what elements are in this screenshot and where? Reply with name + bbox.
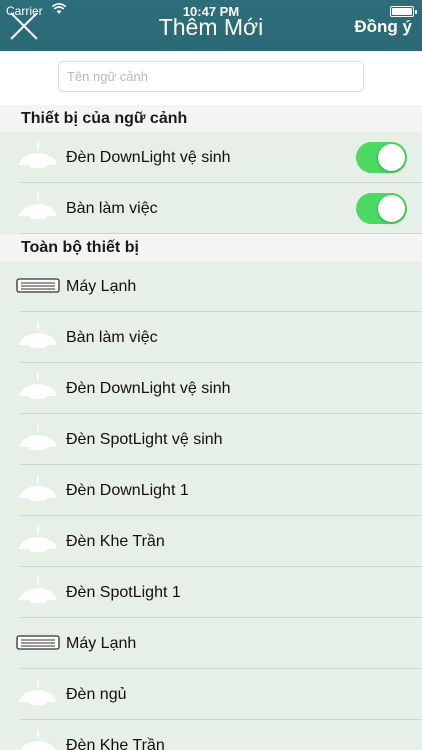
- lamp-icon: [16, 577, 60, 605]
- device-label: Bàn làm việc: [66, 329, 158, 346]
- device-row[interactable]: Đèn ngủ: [0, 669, 422, 720]
- device-toggle[interactable]: [356, 193, 407, 224]
- close-button[interactable]: [8, 10, 40, 42]
- all-device-list: Máy Lạnh Bàn làm việc Đèn DownLight vệ sin…: [0, 261, 422, 750]
- device-toggle[interactable]: [356, 142, 407, 173]
- device-label: Đèn DownLight 1: [66, 482, 189, 499]
- context-name-input[interactable]: [58, 61, 364, 92]
- toggle-knob: [378, 144, 405, 171]
- air-conditioner-icon: [16, 271, 60, 299]
- lamp-icon: [16, 679, 60, 707]
- device-row[interactable]: Đèn SpotLight 1: [0, 567, 422, 618]
- lamp-icon: [16, 193, 60, 221]
- lamp-icon: [16, 475, 60, 503]
- name-input-area: [0, 51, 422, 105]
- lamp-icon: [16, 424, 60, 452]
- device-row[interactable]: Đèn DownLight 1: [0, 465, 422, 516]
- device-row[interactable]: Đèn DownLight vệ sinh: [0, 132, 422, 183]
- battery-icon: [390, 6, 417, 17]
- device-label: Đèn Khe Trần: [66, 533, 165, 550]
- section-header-context-devices: Thiết bị của ngữ cảnh: [0, 105, 422, 132]
- toggle-knob: [378, 195, 405, 222]
- lamp-icon: [16, 526, 60, 554]
- device-label: Đèn DownLight vệ sinh: [66, 380, 231, 397]
- device-label: Đèn DownLight vệ sinh: [66, 149, 231, 166]
- device-row[interactable]: Bàn làm việc: [0, 183, 422, 234]
- device-label: Máy Lạnh: [66, 635, 137, 652]
- section-header-all-devices: Toàn bộ thiết bị: [0, 234, 422, 261]
- device-row[interactable]: Đèn DownLight vệ sinh: [0, 363, 422, 414]
- done-button[interactable]: Đồng ý: [354, 17, 412, 37]
- device-row[interactable]: Máy Lạnh: [0, 261, 422, 312]
- lamp-icon: [16, 373, 60, 401]
- device-label: Đèn Khe Trần: [66, 737, 165, 750]
- lamp-icon: [16, 322, 60, 350]
- context-device-list: Đèn DownLight vệ sinh Bàn làm việc: [0, 132, 422, 234]
- lamp-icon: [16, 730, 60, 750]
- device-row[interactable]: Bàn làm việc: [0, 312, 422, 363]
- device-row[interactable]: Đèn SpotLight vệ sinh: [0, 414, 422, 465]
- device-row[interactable]: Đèn Khe Trần: [0, 516, 422, 567]
- device-label: Đèn SpotLight vệ sinh: [66, 431, 223, 448]
- device-label: Máy Lạnh: [66, 278, 137, 295]
- device-label: Đèn ngủ: [66, 686, 127, 703]
- device-row[interactable]: Máy Lạnh: [0, 618, 422, 669]
- device-label: Đèn SpotLight 1: [66, 584, 181, 601]
- navigation-bar: Carrier 10:47 PM Thêm Mới Đồng ý: [0, 0, 422, 51]
- device-label: Bàn làm việc: [66, 200, 158, 217]
- close-icon: [10, 12, 38, 40]
- lamp-icon: [16, 142, 60, 170]
- air-conditioner-icon: [16, 628, 60, 656]
- device-row[interactable]: Đèn Khe Trần: [0, 720, 422, 750]
